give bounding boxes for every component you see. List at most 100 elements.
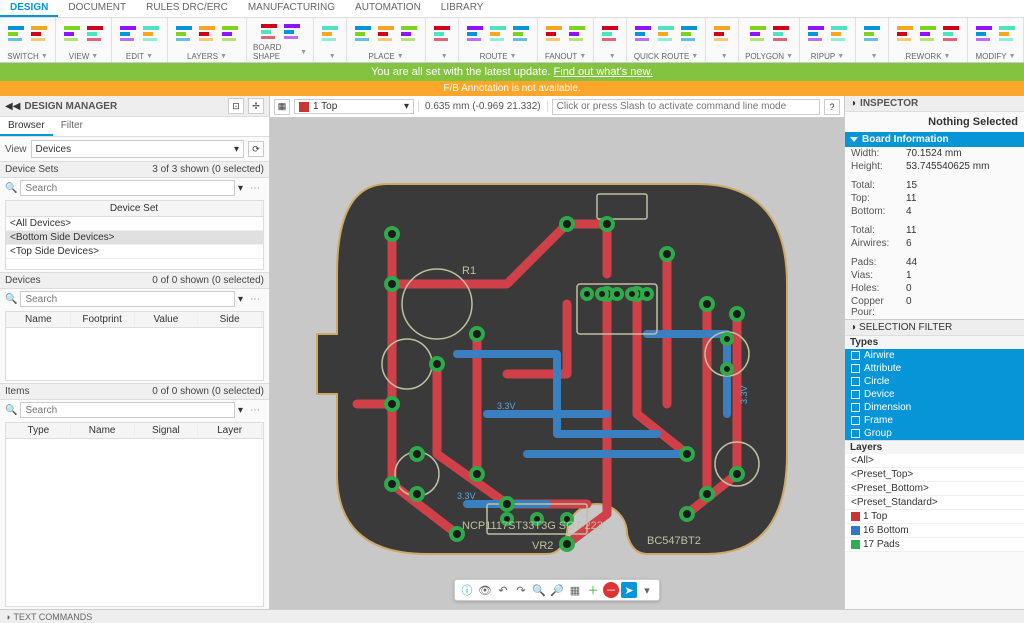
ribbon-tab-document[interactable]: DOCUMENT xyxy=(58,0,136,17)
ribbon-tab-rules-drc-erc[interactable]: RULES DRC/ERC xyxy=(136,0,238,17)
filter-layer[interactable]: 1 Top xyxy=(845,510,1024,524)
layer-preset[interactable]: <Preset_Bottom> xyxy=(845,482,1024,496)
ribbon-icon[interactable] xyxy=(353,23,373,43)
ribbon-icon[interactable] xyxy=(85,23,105,43)
ribbon-icon[interactable] xyxy=(465,23,485,43)
eye-icon[interactable]: 👁 xyxy=(477,582,493,598)
tab-browser[interactable]: Browser xyxy=(0,117,53,136)
filter-layer[interactable]: 17 Pads xyxy=(845,538,1024,552)
help-icon[interactable]: ? xyxy=(824,99,840,115)
ribbon-icon[interactable] xyxy=(399,23,419,43)
ribbon-icon[interactable] xyxy=(488,23,508,43)
ribbon-icon[interactable] xyxy=(712,23,732,43)
filter-type-circle[interactable]: Circle xyxy=(845,375,1024,388)
layer-preset[interactable]: <Preset_Standard> xyxy=(845,496,1024,510)
dropdown-icon[interactable]: ▾ xyxy=(639,582,655,598)
grid-toggle-icon[interactable]: ▦ xyxy=(567,582,583,598)
ribbon-tab-manufacturing[interactable]: MANUFACTURING xyxy=(238,0,345,17)
ribbon-tab-automation[interactable]: AUTOMATION xyxy=(345,0,431,17)
active-layer-select[interactable]: 1 Top▾ xyxy=(294,99,414,114)
clear-icon[interactable]: ▾ xyxy=(238,183,243,194)
ribbon-icon[interactable] xyxy=(220,23,240,43)
pcb-canvas[interactable]: R1 NCP1117ST33T3G SOT-223 VR2 BC547BT2 3… xyxy=(270,118,844,609)
ribbon-icon[interactable] xyxy=(376,23,396,43)
device-sets-search-input[interactable] xyxy=(20,180,235,196)
ribbon-icon[interactable] xyxy=(918,23,938,43)
layer-preset[interactable]: <All> xyxy=(845,454,1024,468)
ribbon-icon[interactable] xyxy=(174,23,194,43)
ribbon-icon[interactable] xyxy=(941,23,961,43)
text-commands-bar[interactable]: ◑ TEXT COMMANDS xyxy=(0,609,1024,623)
ribbon-icon[interactable] xyxy=(197,23,217,43)
remove-icon[interactable]: － xyxy=(603,582,619,598)
tab-filter[interactable]: Filter xyxy=(53,117,91,136)
highlight-icon[interactable]: ✢ xyxy=(248,98,264,114)
ribbon-icon[interactable] xyxy=(118,23,138,43)
ribbon-icon[interactable] xyxy=(829,23,849,43)
ribbon-icon[interactable] xyxy=(806,23,826,43)
ribbon-tab-library[interactable]: LIBRARY xyxy=(431,0,494,17)
list-item[interactable]: <Bottom Side Devices> xyxy=(6,231,263,245)
collapse-icon[interactable]: ◀◀ xyxy=(5,101,20,112)
items-list[interactable]: Type Name Signal Layer xyxy=(5,422,264,607)
grid-icon[interactable]: ▦ xyxy=(274,99,290,115)
ribbon-icon[interactable] xyxy=(600,23,620,43)
list-item[interactable]: <Top Side Devices> xyxy=(6,245,263,259)
filter-type-device[interactable]: Device xyxy=(845,388,1024,401)
ribbon-icon[interactable] xyxy=(62,23,82,43)
devices-list[interactable]: Name Footprint Value Side xyxy=(5,311,264,381)
ribbon-group-fanout: FANOUT ▼ xyxy=(538,18,594,62)
redo-icon[interactable]: ↷ xyxy=(513,582,529,598)
ribbon-icon[interactable] xyxy=(320,23,340,43)
info-icon[interactable]: ⓘ xyxy=(459,582,475,598)
layer-preset[interactable]: <Preset_Top> xyxy=(845,468,1024,482)
device-sets-list[interactable]: Device Set <All Devices> <Bottom Side De… xyxy=(5,200,264,270)
add-icon[interactable]: ＋ xyxy=(585,582,601,598)
zoom-in-icon[interactable]: 🔍 xyxy=(531,582,547,598)
command-line-input[interactable] xyxy=(552,99,820,115)
ribbon-icon[interactable] xyxy=(656,23,676,43)
board-info-section[interactable]: Board Information xyxy=(845,132,1024,147)
ribbon-icon[interactable] xyxy=(633,23,653,43)
filter-type-group[interactable]: Group xyxy=(845,427,1024,440)
cursor-icon[interactable]: ➤ xyxy=(621,582,637,598)
more-icon[interactable]: ⋯ xyxy=(246,294,264,305)
ribbon-icon[interactable] xyxy=(974,23,994,43)
filter-type-frame[interactable]: Frame xyxy=(845,414,1024,427)
ribbon-icon[interactable] xyxy=(862,23,882,43)
more-icon[interactable]: ⋯ xyxy=(246,405,264,416)
filter-type-attribute[interactable]: Attribute xyxy=(845,362,1024,375)
filter-layer[interactable]: 16 Bottom xyxy=(845,524,1024,538)
devices-search-input[interactable] xyxy=(20,291,235,307)
ribbon-icon[interactable] xyxy=(567,23,587,43)
ribbon-icon[interactable] xyxy=(511,23,531,43)
ribbon-icon[interactable] xyxy=(748,23,768,43)
list-item[interactable]: <All Devices> xyxy=(6,217,263,231)
ribbon-icon[interactable] xyxy=(895,23,915,43)
zoom-fit-icon[interactable]: ⊡ xyxy=(228,98,244,114)
ribbon-tab-design[interactable]: DESIGN xyxy=(0,0,58,17)
zoom-out-icon[interactable]: 🔎 xyxy=(549,582,565,598)
ribbon-icon[interactable] xyxy=(6,23,26,43)
ribbon-icon[interactable] xyxy=(29,23,49,43)
ribbon-icon[interactable] xyxy=(544,23,564,43)
ribbon-icon[interactable] xyxy=(141,23,161,43)
view-select[interactable]: Devices▾ xyxy=(31,140,245,158)
items-search-input[interactable] xyxy=(20,402,235,418)
update-banner-link[interactable]: Find out what's new. xyxy=(554,66,653,78)
ribbon-icon[interactable] xyxy=(259,21,279,41)
ribbon-icon[interactable] xyxy=(997,23,1017,43)
undo-icon[interactable]: ↶ xyxy=(495,582,511,598)
clear-icon[interactable]: ▾ xyxy=(238,294,243,305)
ribbon-icon[interactable] xyxy=(282,21,302,41)
refresh-icon[interactable]: ⟳ xyxy=(248,141,264,157)
ribbon-icon[interactable] xyxy=(432,23,452,43)
more-icon[interactable]: ⋯ xyxy=(246,183,264,194)
ribbon-icon[interactable] xyxy=(679,23,699,43)
text-commands-label: TEXT COMMANDS xyxy=(13,612,92,622)
filter-type-airwire[interactable]: Airwire xyxy=(845,349,1024,362)
clear-icon[interactable]: ▾ xyxy=(238,405,243,416)
filter-type-dimension[interactable]: Dimension xyxy=(845,401,1024,414)
ribbon-icon[interactable] xyxy=(771,23,791,43)
inspector-selection: Nothing Selected xyxy=(845,112,1024,132)
